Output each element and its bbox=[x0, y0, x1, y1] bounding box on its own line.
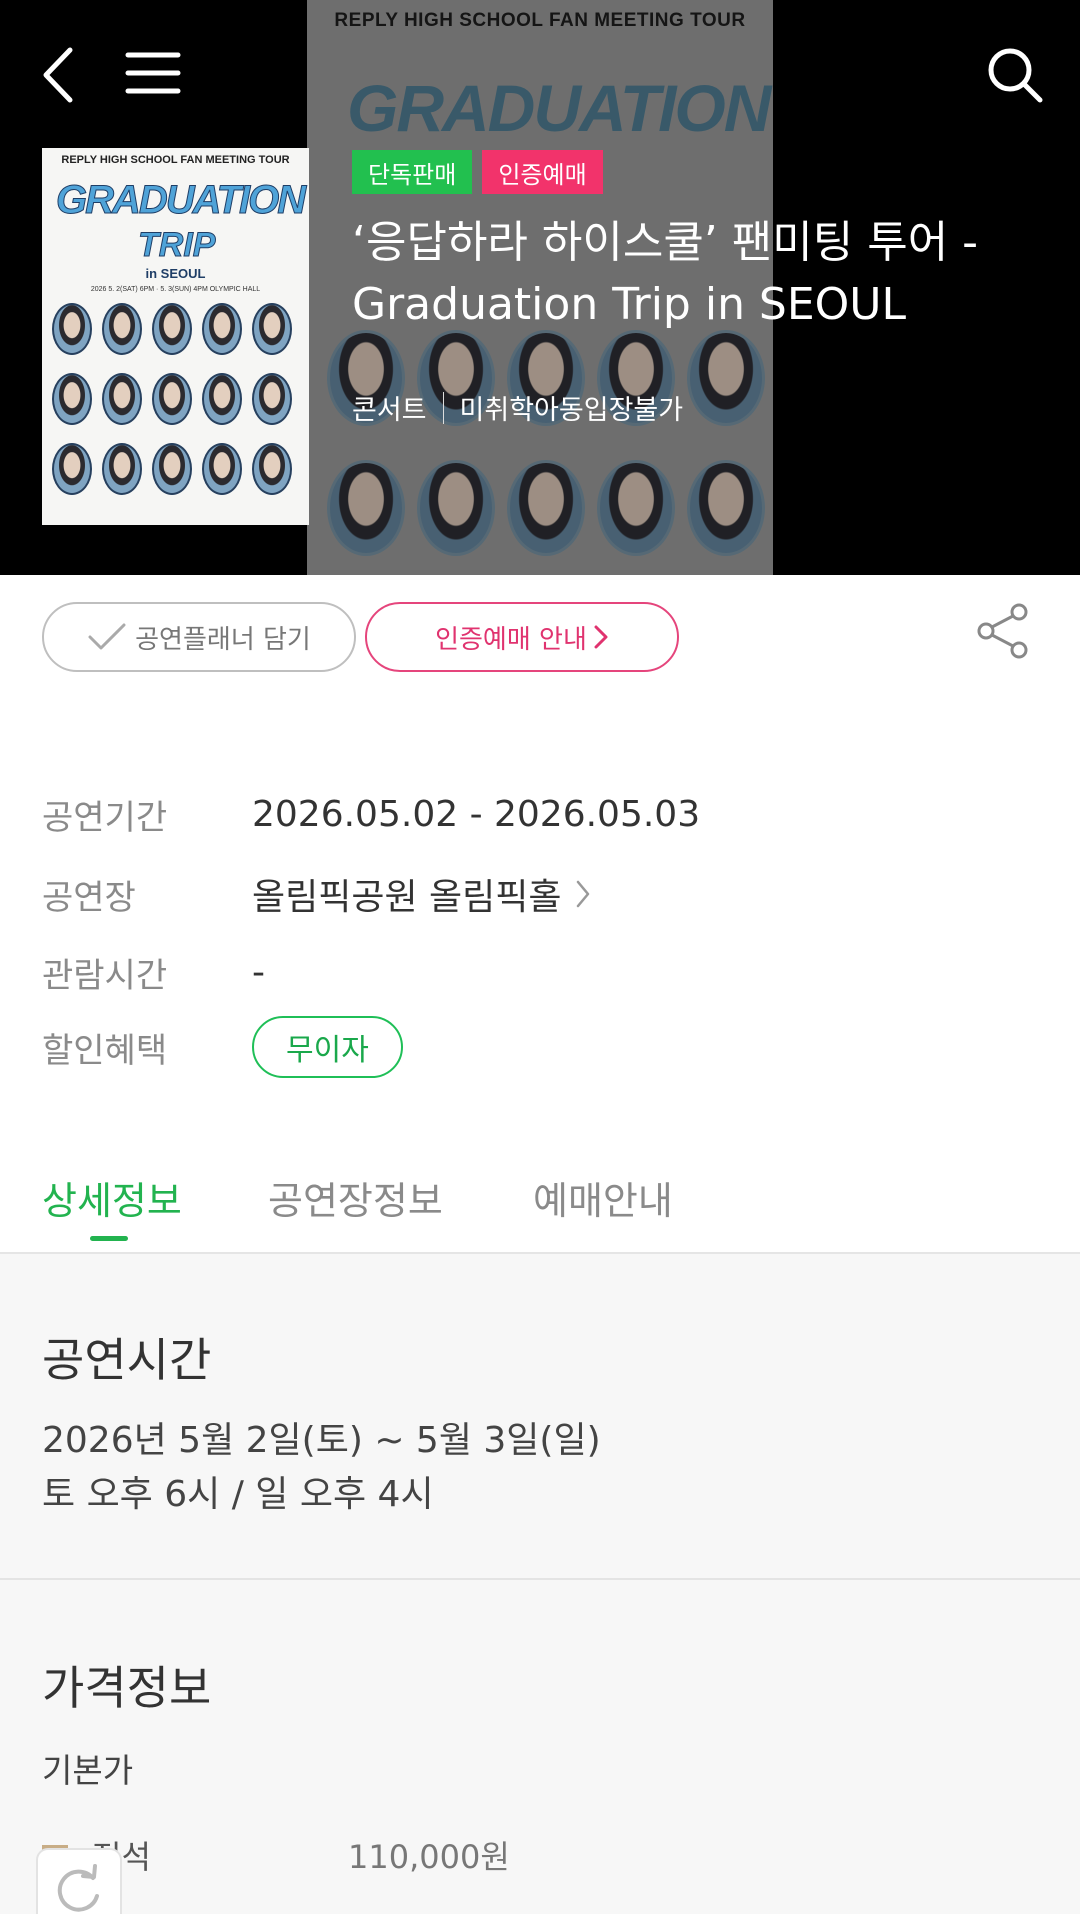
detail-content: 공연시간 2026년 5월 2일(토) ~ 5월 3일(일) 토 오후 6시 /… bbox=[0, 1254, 1080, 1914]
search-icon bbox=[988, 48, 1043, 103]
check-icon bbox=[88, 623, 126, 650]
chevron-right-icon bbox=[594, 625, 608, 649]
performance-time-text: 토 오후 6시 / 일 오후 4시 bbox=[42, 1474, 434, 1515]
share-button[interactable] bbox=[970, 598, 1036, 664]
refresh-icon bbox=[57, 1864, 99, 1912]
info-runtime-row: 관람시간 - bbox=[42, 948, 265, 997]
event-title: ‘응답하라 하이스쿨’ 팬미팅 투어 - Graduation Trip in … bbox=[352, 217, 979, 330]
hero-banner: REPLY HIGH SCHOOL FAN MEETING TOUR GRADU… bbox=[0, 0, 1080, 575]
share-icon bbox=[977, 603, 1028, 659]
genre-label: 콘서트 bbox=[352, 395, 427, 426]
venue-link[interactable]: 올림픽공원 올림픽홀 bbox=[252, 868, 592, 920]
menu-icon bbox=[125, 52, 181, 94]
poster-face bbox=[152, 373, 192, 425]
chevron-right-icon bbox=[576, 880, 589, 908]
add-to-planner-button[interactable]: 공연플래너 담기 bbox=[42, 602, 356, 672]
tab-booking-guide[interactable]: 예매안내 bbox=[533, 1170, 673, 1225]
back-button[interactable] bbox=[30, 40, 86, 110]
tab-detail-info[interactable]: 상세정보 bbox=[42, 1170, 182, 1225]
runtime-value: - bbox=[252, 952, 265, 993]
poster-face bbox=[102, 303, 142, 355]
poster-face bbox=[52, 443, 92, 495]
poster-face bbox=[202, 373, 242, 425]
section-divider bbox=[0, 1578, 1080, 1580]
performance-time-title: 공연시간 bbox=[42, 1333, 212, 1387]
performance-date-text: 2026년 5월 2일(토) ~ 5월 3일(일) bbox=[42, 1420, 601, 1461]
age-limit-label: 미취학아동입장불가 bbox=[459, 395, 684, 426]
seat-price: 110,000원 bbox=[348, 1838, 510, 1876]
poster-face bbox=[102, 443, 142, 495]
event-meta: 콘서트 미취학아동입장불가 bbox=[352, 388, 683, 427]
menu-button[interactable] bbox=[120, 40, 186, 106]
poster-title: GRADUATION bbox=[55, 178, 306, 223]
period-value: 2026.05.02 - 2026.05.03 bbox=[252, 794, 701, 835]
tab-venue-info[interactable]: 공연장정보 bbox=[268, 1170, 443, 1225]
poster-face bbox=[152, 303, 192, 355]
back-arrow-icon bbox=[43, 47, 73, 103]
poster-face bbox=[52, 373, 92, 425]
poster-title-trip: TRIP bbox=[137, 226, 216, 265]
poster-face bbox=[102, 373, 142, 425]
poster-face bbox=[152, 443, 192, 495]
poster-face bbox=[202, 443, 242, 495]
poster-header: REPLY HIGH SCHOOL FAN MEETING TOUR bbox=[61, 154, 290, 166]
period-label: 공연기간 bbox=[42, 798, 168, 838]
interest-free-badge[interactable]: 무이자 bbox=[252, 1016, 403, 1078]
poster-face bbox=[202, 303, 242, 355]
add-to-planner-label: 공연플래너 담기 bbox=[135, 624, 311, 655]
info-period-row: 공연기간 2026.05.02 - 2026.05.03 bbox=[42, 790, 700, 839]
discount-label: 할인혜택 bbox=[42, 1030, 168, 1071]
verified-booking-guide-button[interactable]: 인증예매 안내 bbox=[365, 602, 679, 672]
exclusive-sale-badge: 단독판매 bbox=[352, 150, 473, 194]
venue-label: 공연장 bbox=[42, 877, 136, 918]
badge-group: 단독판매 인증예매 bbox=[352, 150, 603, 194]
info-venue-row[interactable]: 공연장 올림픽공원 올림픽홀 bbox=[42, 868, 592, 920]
detail-tabs: 상세정보 공연장정보 예매안내 bbox=[0, 1160, 1080, 1254]
poster-face bbox=[252, 443, 292, 495]
poster-info: 2026 5. 2(SAT) 6PM · 5. 3(SUN) 4PM OLYMP… bbox=[90, 286, 261, 293]
price-info-title: 가격정보 bbox=[42, 1661, 212, 1715]
poster-subtitle: in SEOUL bbox=[145, 266, 206, 281]
poster-face bbox=[252, 303, 292, 355]
runtime-label: 관람시간 bbox=[42, 956, 168, 996]
verified-booking-guide-label: 인증예매 안내 bbox=[435, 624, 587, 655]
meta-divider bbox=[442, 391, 444, 424]
event-poster[interactable]: REPLY HIGH SCHOOL FAN MEETING TOUR GRADU… bbox=[42, 148, 309, 525]
active-tab-indicator bbox=[90, 1236, 128, 1241]
refresh-button[interactable] bbox=[36, 1848, 122, 1914]
venue-value: 올림픽공원 올림픽홀 bbox=[252, 877, 562, 918]
poster-face bbox=[52, 303, 92, 355]
info-discount-row: 할인혜택 무이자 bbox=[42, 1016, 403, 1078]
base-price-label: 기본가 bbox=[42, 1751, 134, 1790]
poster-face bbox=[252, 373, 292, 425]
search-button[interactable] bbox=[980, 40, 1050, 110]
seat-grade: 전석 bbox=[92, 1832, 348, 1878]
verified-booking-badge: 인증예매 bbox=[482, 150, 603, 194]
